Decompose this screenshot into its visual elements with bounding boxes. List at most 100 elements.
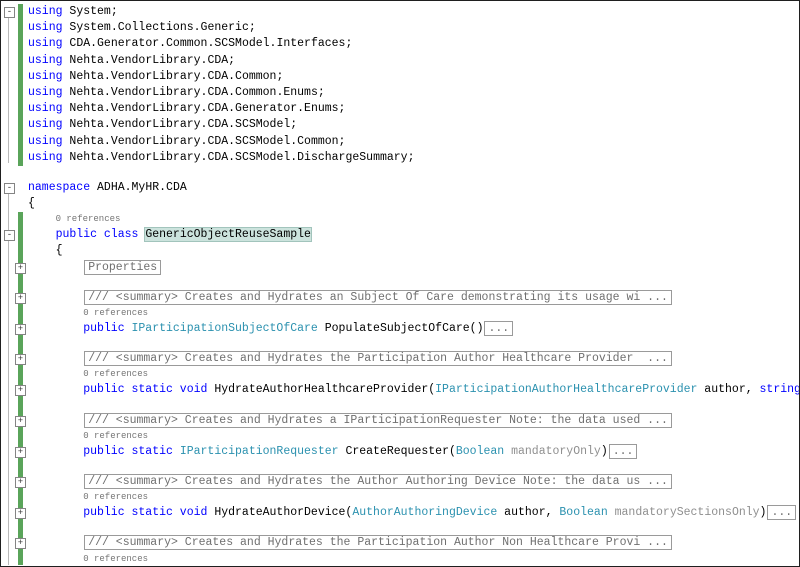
code-token: AuthorAuthoringDevice — [352, 506, 498, 520]
fold-expand-icon[interactable]: + — [15, 415, 26, 427]
codelens-row[interactable]: 0 references — [1, 212, 799, 227]
code-text: public static IParticipationRequester Cr… — [28, 443, 799, 460]
codelens-references[interactable]: 0 references — [83, 431, 148, 441]
collapsed-region-box[interactable]: /// <summary> Creates and Hydrates a IPa… — [84, 412, 672, 428]
fold-collapse-icon[interactable]: - — [4, 230, 15, 242]
code-text: 0 references — [28, 552, 799, 567]
code-token: HydrateAuthorHealthcareProvider( — [214, 383, 436, 397]
code-text: using Nehta.VendorLibrary.CDA.Common; — [28, 69, 799, 85]
fold-expand-icon[interactable]: + — [15, 262, 26, 274]
codelens-row[interactable]: 0 references — [1, 306, 799, 321]
code-token: Boolean — [559, 506, 608, 520]
codelens-references[interactable]: 0 references — [83, 308, 148, 318]
fold-expand-icon[interactable]: + — [15, 476, 26, 488]
code-token: Nehta.VendorLibrary.CDA.SCSModel.Dischar… — [62, 150, 415, 164]
fold-expand-icon[interactable]: + — [15, 385, 26, 397]
code-line[interactable]: + Properties — [1, 259, 799, 276]
code-token: public static — [83, 444, 180, 458]
code-token: Nehta.VendorLibrary.CDA.Common; — [62, 69, 284, 83]
codelens-row[interactable]: 0 references — [1, 552, 799, 567]
code-text: using System; — [28, 4, 799, 20]
code-token: { — [55, 244, 63, 258]
collapsed-body-box[interactable]: ... — [484, 321, 514, 336]
codelens-row[interactable]: 0 references — [1, 490, 799, 505]
code-text: /// <summary> Creates and Hydrates the A… — [28, 473, 799, 490]
code-token: using — [28, 37, 63, 51]
code-token: Nehta.VendorLibrary.CDA.SCSModel; — [62, 118, 298, 132]
code-token: ) — [759, 506, 767, 520]
code-token: PopulateSubjectOfCare() — [317, 322, 484, 335]
code-text: 0 references — [28, 212, 799, 227]
code-token: author, — [497, 506, 560, 520]
code-line[interactable]: using System.Collections.Generic; — [1, 20, 799, 36]
code-line[interactable]: + public static void HydrateAuthorHealthc… — [1, 382, 799, 398]
collapsed-region-box[interactable]: /// <summary> Creates and Hydrates the P… — [84, 351, 672, 367]
code-line[interactable]: + /// <summary> Creates and Hydrates an S… — [1, 289, 799, 306]
code-token: public static void — [83, 383, 215, 397]
collapsed-region-box[interactable]: Properties — [84, 259, 162, 275]
fold-expand-icon[interactable]: + — [15, 508, 26, 520]
codelens-references[interactable]: 0 references — [83, 369, 148, 379]
codelens-references[interactable]: 0 references — [56, 214, 121, 224]
collapsed-region-box[interactable]: /// <summary> Creates and Hydrates the P… — [84, 535, 672, 551]
code-line[interactable]: + /// <summary> Creates and Hydrates the … — [1, 473, 799, 490]
code-line[interactable]: - public class GenericObjectReuseSample — [1, 227, 799, 243]
code-line[interactable]: using CDA.Generator.Common.SCSModel.Inte… — [1, 36, 799, 52]
code-line[interactable]: + /// <summary> Creates and Hydrates the … — [1, 351, 799, 367]
code-line[interactable]: - using System; — [1, 4, 799, 20]
code-token: author, — [697, 383, 760, 397]
fold-expand-icon[interactable]: + — [15, 538, 26, 550]
code-line[interactable]: using Nehta.VendorLibrary.CDA.Common.Enu… — [1, 85, 799, 101]
code-token: using — [28, 5, 63, 18]
codelens-references[interactable]: 0 references — [83, 492, 148, 502]
code-line[interactable]: { — [1, 196, 799, 212]
code-token: IParticipationSubjectOfCare — [131, 322, 318, 335]
code-line[interactable]: using Nehta.VendorLibrary.CDA.Generator.… — [1, 101, 799, 117]
codelens-references[interactable]: 0 references — [83, 554, 148, 564]
code-line[interactable]: - namespace ADHA.MyHR.CDA — [1, 180, 799, 196]
code-token: System.Collections.Generic; — [62, 21, 256, 35]
code-token: using — [28, 102, 63, 116]
code-token: Boolean — [455, 444, 505, 458]
collapsed-body-box[interactable]: ... — [608, 443, 638, 459]
fold-collapse-icon[interactable]: - — [4, 182, 15, 194]
collapsed-body-box[interactable]: ... — [767, 505, 797, 521]
code-text: /// <summary> Creates and Hydrates a IPa… — [28, 412, 799, 429]
code-token: mandatoryOnly — [504, 444, 601, 458]
code-token: IParticipationAuthorHealthcareProvider — [435, 383, 698, 397]
fold-expand-icon[interactable]: + — [15, 446, 26, 458]
code-line[interactable]: + /// <summary> Creates and Hydrates a IP… — [1, 412, 799, 429]
code-line[interactable]: using Nehta.VendorLibrary.CDA.Common; — [1, 69, 799, 85]
fold-expand-icon[interactable]: + — [15, 324, 26, 335]
code-text: Properties — [28, 259, 799, 276]
code-line[interactable]: + public static void HydrateAuthorDevice(… — [1, 505, 799, 521]
fold-collapse-icon[interactable]: - — [4, 7, 15, 18]
codelens-row[interactable]: 0 references — [1, 367, 799, 382]
collapsed-region-box[interactable]: /// <summary> Creates and Hydrates the A… — [84, 473, 672, 489]
fold-expand-icon[interactable]: + — [15, 354, 26, 366]
code-line[interactable]: + /// <summary> Creates and Hydrates the … — [1, 535, 799, 551]
code-text: { — [28, 196, 799, 212]
code-line[interactable]: + public static IParticipationRequester C… — [1, 443, 799, 460]
code-token: IParticipationRequester — [179, 444, 339, 458]
code-line[interactable]: using Nehta.VendorLibrary.CDA.SCSModel; — [1, 117, 799, 133]
code-line[interactable]: using Nehta.VendorLibrary.CDA; — [1, 53, 799, 69]
code-line[interactable]: using Nehta.VendorLibrary.CDA.SCSModel.D… — [1, 150, 799, 166]
collapsed-region-box[interactable]: /// <summary> Creates and Hydrates an Su… — [84, 289, 672, 305]
code-line[interactable]: { — [1, 243, 799, 259]
code-editor: - using System; using System.Collections.G… — [0, 0, 800, 567]
code-text: /// <summary> Creates and Hydrates the P… — [28, 351, 799, 367]
code-line[interactable]: + public IParticipationSubjectOfCare Popu… — [1, 321, 799, 337]
code-token: using — [28, 85, 63, 99]
code-line[interactable]: using Nehta.VendorLibrary.CDA.SCSModel.C… — [1, 134, 799, 150]
fold-expand-icon[interactable]: + — [15, 292, 26, 304]
code-text: 0 references — [28, 429, 799, 444]
code-token: public — [83, 322, 132, 335]
code-text: using Nehta.VendorLibrary.CDA; — [28, 53, 799, 69]
code-token: CreateRequester( — [338, 444, 456, 458]
codelens-row[interactable]: 0 references — [1, 429, 799, 444]
code-token: HydrateAuthorDevice( — [214, 506, 353, 520]
